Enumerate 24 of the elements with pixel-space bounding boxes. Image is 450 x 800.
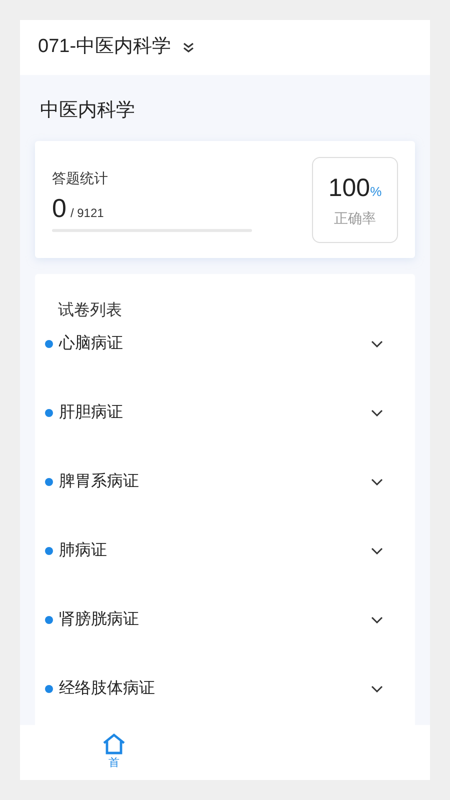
paper-section[interactable]: 经络肢体病证 bbox=[59, 676, 371, 700]
chevron-down-icon[interactable] bbox=[371, 478, 383, 486]
accuracy-label: 正确率 bbox=[334, 208, 376, 228]
answered-count: 0 bbox=[52, 194, 66, 220]
chevron-down-icon[interactable] bbox=[371, 546, 383, 554]
double-chevron-icon[interactable] bbox=[183, 42, 194, 53]
accuracy-value: 100 bbox=[328, 173, 370, 204]
paper-section[interactable]: 心脑病证 bbox=[59, 332, 371, 356]
chevron-down-icon[interactable] bbox=[371, 408, 383, 416]
paper-section[interactable]: 脾胃系病证 bbox=[59, 470, 371, 494]
home-tab[interactable]: 首 bbox=[102, 733, 126, 772]
home-icon bbox=[102, 733, 126, 756]
paper-section[interactable]: 肺病证 bbox=[59, 538, 371, 562]
subject-title: 中医内科学 bbox=[40, 99, 136, 123]
course-title[interactable]: 071-中医内科学 bbox=[38, 33, 172, 62]
percent-sign: % bbox=[370, 183, 382, 202]
chevron-down-icon[interactable] bbox=[371, 340, 383, 348]
stats-label: 答题统计 bbox=[52, 168, 109, 188]
paper-section[interactable]: 肝胆病证 bbox=[59, 400, 371, 424]
total-count: / 9121 bbox=[70, 204, 104, 222]
chevron-down-icon[interactable] bbox=[371, 684, 383, 692]
list-title: 试卷列表 bbox=[58, 300, 123, 321]
paper-section[interactable]: 肾膀胱病证 bbox=[59, 608, 371, 632]
chevron-down-icon[interactable] bbox=[371, 616, 383, 624]
